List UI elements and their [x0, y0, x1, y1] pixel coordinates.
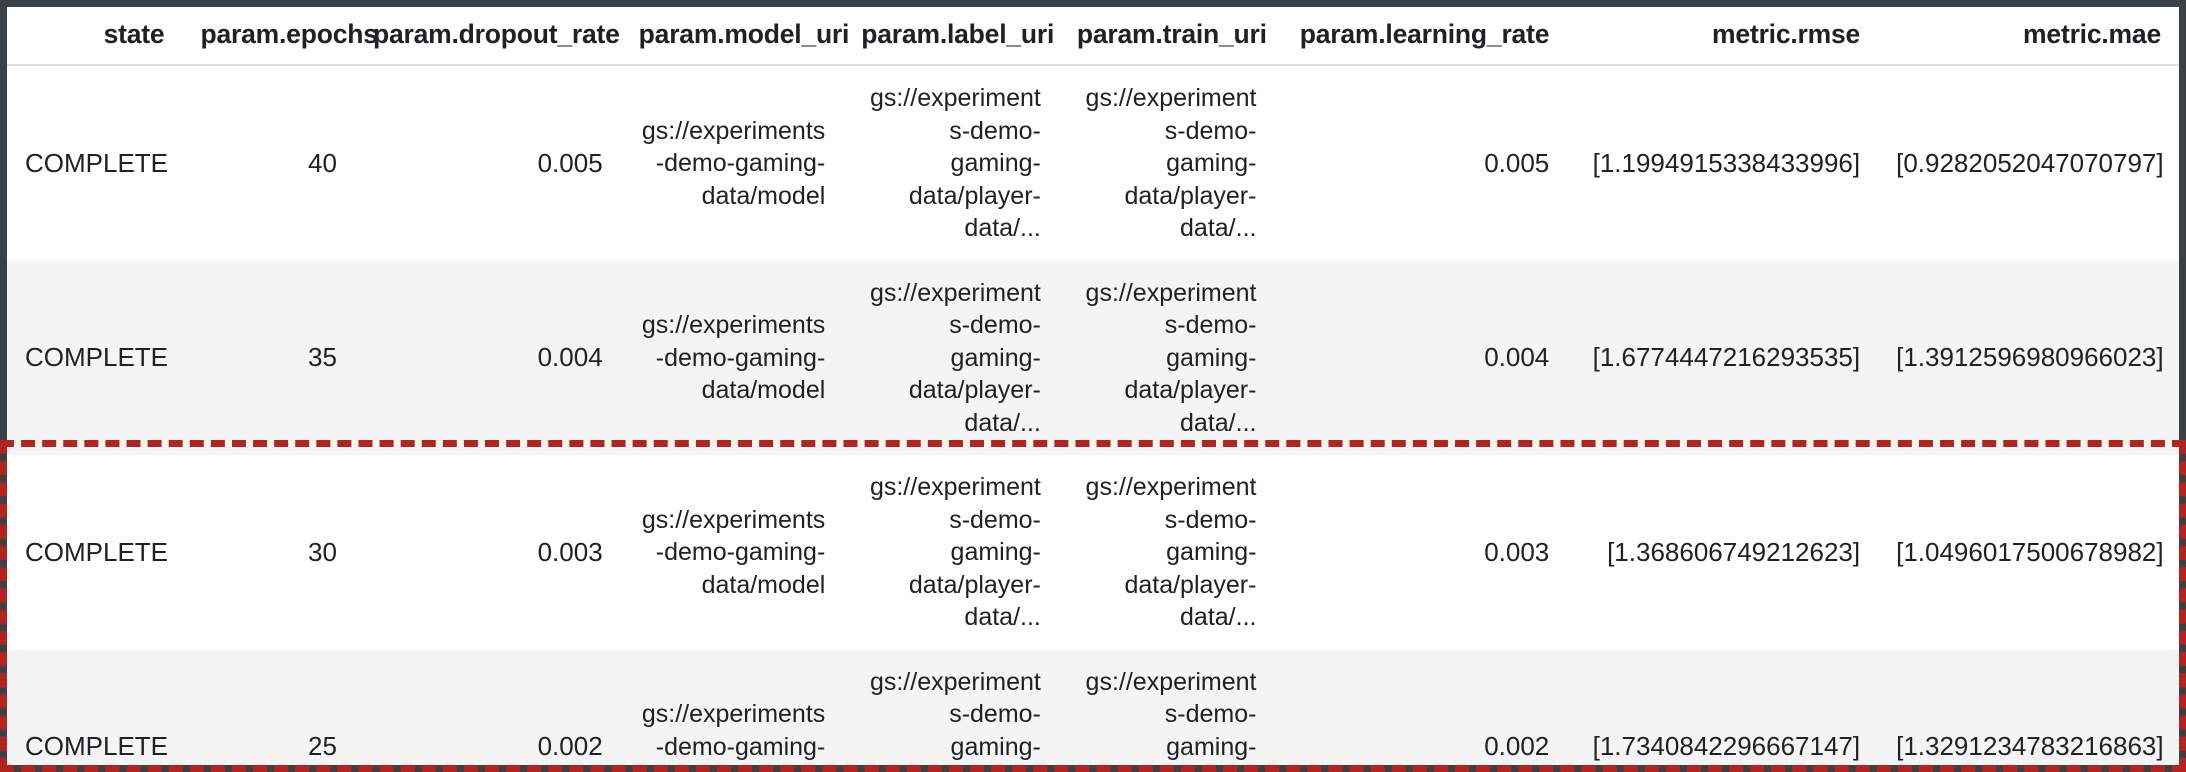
cell-rmse: [1.368606749212623]	[1607, 536, 1861, 567]
cell-dropout-rate: 0.004	[537, 342, 603, 373]
cell-state: COMPLETE	[25, 147, 169, 178]
cell-label-uri: gs://experiments-demo-gaming-data/player…	[869, 667, 1041, 761]
cell-rmse: [1.1994915338433996]	[1592, 147, 1861, 178]
table-header-row: state param.epochs param.dropout_rate pa…	[7, 7, 2179, 66]
table-row[interactable]: COMPLETE 35 0.004 gs://experiments-demo-…	[7, 260, 2179, 455]
cell-dropout-rate: 0.005	[537, 147, 603, 178]
cell-train-uri: gs://experiments-demo-gaming-data/player…	[1085, 473, 1257, 631]
cell-mae: [1.0496017500678982]	[1896, 536, 2164, 567]
table-frame: state param.epochs param.dropout_rate pa…	[0, 0, 2186, 772]
cell-model-uri: gs://experiments-demo-gaming-data/model	[641, 700, 826, 761]
table-header: state param.epochs param.dropout_rate pa…	[7, 7, 2179, 66]
table-row[interactable]: COMPLETE 30 0.003 gs://experiments-demo-…	[7, 455, 2179, 650]
column-header-train-uri[interactable]: param.train_uri	[1058, 7, 1275, 66]
cell-model-uri: gs://experiments-demo-gaming-data/model	[641, 116, 826, 210]
cell-model-uri: gs://experiments-demo-gaming-data/model	[641, 311, 826, 404]
cell-mae: [1.3912596980966023]	[1896, 342, 2164, 373]
cell-state: COMPLETE	[25, 536, 169, 567]
cell-epochs: 40	[308, 147, 337, 178]
cell-train-uri: gs://experiments-demo-gaming-data/player…	[1085, 84, 1257, 242]
cell-learning-rate: 0.005	[1484, 147, 1550, 178]
cell-train-uri: gs://experiments-demo-gaming-data/player…	[1085, 278, 1257, 437]
cell-epochs: 35	[308, 342, 337, 373]
cell-epochs: 25	[308, 731, 337, 762]
column-header-label-uri[interactable]: param.label_uri	[843, 7, 1059, 66]
cell-label-uri: gs://experiments-demo-gaming-data/player…	[869, 278, 1041, 437]
cell-learning-rate: 0.003	[1484, 536, 1550, 567]
cell-train-uri: gs://experiments-demo-gaming-data/player…	[1085, 667, 1257, 761]
cell-state: COMPLETE	[25, 731, 169, 762]
cell-rmse: [1.7340842296667147]	[1592, 731, 1861, 762]
experiment-runs-table: state param.epochs param.dropout_rate pa…	[7, 7, 2179, 765]
cell-mae: [1.3291234783216863]	[1896, 731, 2164, 762]
cell-label-uri: gs://experiments-demo-gaming-data/player…	[869, 84, 1041, 242]
column-header-model-uri[interactable]: param.model_uri	[620, 7, 849, 66]
cell-dropout-rate: 0.003	[537, 536, 603, 567]
cell-mae: [0.9282052047070797]	[1896, 147, 2164, 178]
cell-state: COMPLETE	[25, 342, 169, 373]
cell-dropout-rate: 0.002	[537, 731, 603, 762]
cell-label-uri: gs://experiments-demo-gaming-data/player…	[869, 473, 1041, 631]
column-header-mae[interactable]: metric.mae	[1878, 7, 2179, 66]
table-row[interactable]: COMPLETE 25 0.002 gs://experiments-demo-…	[7, 649, 2179, 765]
column-header-rmse[interactable]: metric.rmse	[1567, 7, 1879, 66]
column-header-state[interactable]: state	[7, 7, 183, 66]
column-header-epochs[interactable]: param.epochs	[182, 7, 378, 66]
experiment-runs-page: state param.epochs param.dropout_rate pa…	[0, 0, 2186, 772]
table-row[interactable]: COMPLETE 40 0.005 gs://experiments-demo-…	[7, 65, 2179, 261]
column-header-dropout-rate[interactable]: param.dropout_rate	[354, 7, 621, 66]
column-header-learning-rate[interactable]: param.learning_rate	[1274, 7, 1568, 66]
cell-learning-rate: 0.004	[1484, 342, 1550, 373]
table-body: COMPLETE 40 0.005 gs://experiments-demo-…	[7, 65, 2179, 765]
cell-model-uri: gs://experiments-demo-gaming-data/model	[641, 505, 826, 599]
cell-learning-rate: 0.002	[1484, 731, 1550, 762]
cell-rmse: [1.6774447216293535]	[1592, 342, 1861, 373]
cell-epochs: 30	[308, 536, 337, 567]
